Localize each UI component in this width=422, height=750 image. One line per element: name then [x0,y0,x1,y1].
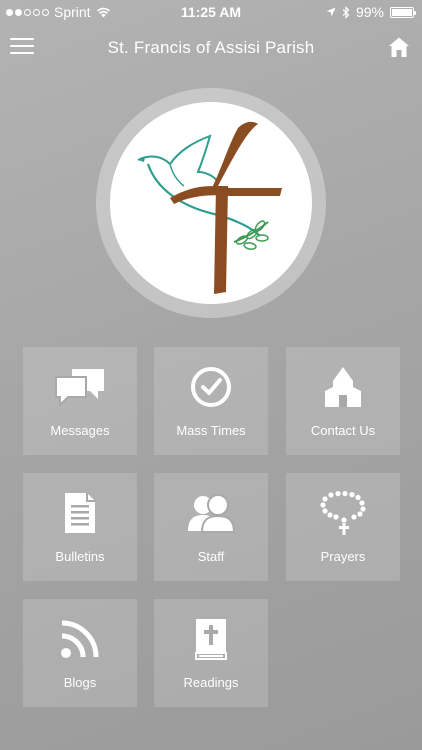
rosary-icon [320,491,366,535]
tile-staff[interactable]: Staff [154,473,268,581]
status-bar: Sprint 11:25 AM 99% [0,0,422,24]
hamburger-menu-icon[interactable] [10,38,34,56]
logo-ring [96,88,326,318]
tile-label: Bulletins [55,549,105,564]
battery-icon [390,6,416,18]
tile-label: Blogs [63,675,97,690]
tile-label: Readings [183,675,239,690]
status-right: 99% [326,4,416,20]
tile-label: Contact Us [310,423,376,438]
bluetooth-icon [342,5,350,19]
nav-bar: St. Francis of Assisi Parish [0,28,422,68]
location-arrow-icon [326,7,336,17]
tile-mass-times[interactable]: Mass Times [154,347,268,455]
tile-label: Prayers [320,549,366,564]
bible-icon [195,619,227,660]
battery-fill [392,8,412,16]
page-title: St. Francis of Assisi Parish [107,38,315,57]
tile-prayers[interactable]: Prayers [286,473,400,581]
logo-circle [110,102,312,304]
people-icon [188,494,236,533]
home-icon[interactable] [388,36,410,58]
dove-cross-logo [137,121,282,294]
church-icon [325,367,361,407]
tile-blogs[interactable]: Blogs [23,599,137,707]
battery-percent: 99% [355,4,384,20]
tile-messages[interactable]: Messages [23,347,137,455]
tile-readings[interactable]: Readings [154,599,268,707]
document-icon [65,493,95,533]
chat-bubbles-icon [55,369,104,407]
tile-label: Messages [50,423,110,438]
tile-contact-us[interactable]: Contact Us [286,347,400,455]
clock-icon [191,367,231,407]
rss-icon [61,620,99,658]
tile-label: Mass Times [176,423,246,438]
tile-label: Staff [197,549,225,564]
tile-bulletins[interactable]: Bulletins [23,473,137,581]
